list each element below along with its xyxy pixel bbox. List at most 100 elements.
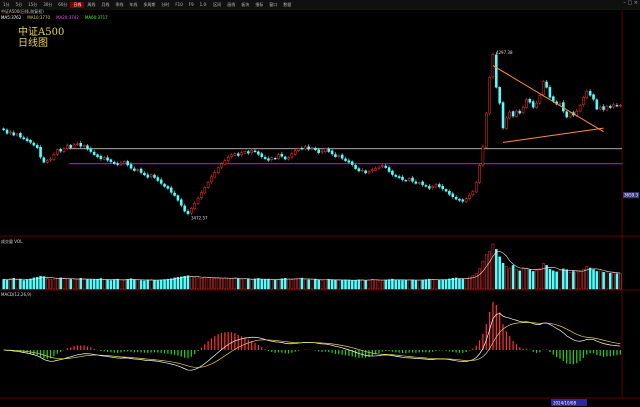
volume-bar xyxy=(441,279,444,290)
candle-body xyxy=(15,133,19,136)
candle-body xyxy=(588,91,592,96)
macd-dif-line xyxy=(3,313,621,371)
candle-body xyxy=(511,111,515,117)
volume-bar xyxy=(535,269,538,290)
volume-bar xyxy=(156,280,160,290)
candle-body xyxy=(391,170,394,175)
candle-body xyxy=(253,150,257,152)
candle-body xyxy=(293,150,297,155)
candle-body xyxy=(538,95,542,104)
volume-bar xyxy=(92,279,96,290)
volume-bar xyxy=(391,278,394,290)
candle-body xyxy=(515,110,518,117)
volume-bar xyxy=(575,271,579,290)
volume-bar xyxy=(123,279,126,290)
candle-body xyxy=(76,143,79,145)
volume-bar xyxy=(424,279,428,290)
candle-body xyxy=(324,148,327,152)
candle-body xyxy=(615,105,619,107)
last-price-label: 3659.3 xyxy=(624,193,638,198)
volume-bar xyxy=(283,278,287,290)
volume-bar xyxy=(76,278,79,290)
candle-body xyxy=(468,195,471,199)
candle-body xyxy=(317,149,320,153)
volume-bar xyxy=(501,263,505,290)
candle-body xyxy=(300,147,304,150)
candle-body xyxy=(424,185,428,187)
candle-body xyxy=(59,148,62,152)
candle-body xyxy=(9,131,12,134)
volume-bar xyxy=(230,278,233,290)
volume-bar xyxy=(528,269,532,290)
volume-bar xyxy=(260,279,264,290)
candle-body xyxy=(471,191,475,195)
volume-bar xyxy=(102,279,106,290)
volume-bar xyxy=(82,278,86,290)
candle-body xyxy=(35,144,39,149)
candle-body xyxy=(139,168,143,173)
candle-body xyxy=(173,192,176,196)
candle-body xyxy=(414,181,418,184)
candle-body xyxy=(186,210,190,215)
candle-body xyxy=(210,176,213,183)
candle-body xyxy=(149,174,153,177)
volume-bar xyxy=(592,269,595,290)
volume-bar xyxy=(69,279,72,290)
volume-bar xyxy=(12,278,16,290)
candle-body xyxy=(297,148,300,151)
candle-body xyxy=(330,150,334,155)
candle-body xyxy=(404,180,408,182)
candle-body xyxy=(585,91,589,99)
volume-bar xyxy=(464,278,468,290)
volume-bar xyxy=(86,279,89,290)
volume-bar xyxy=(568,272,572,290)
volume-bar xyxy=(407,279,411,290)
candle-body xyxy=(260,153,264,157)
volume-bar xyxy=(411,279,414,290)
candle-body xyxy=(407,178,411,181)
candle-body xyxy=(528,98,532,103)
volume-bar xyxy=(417,280,421,290)
candle-body xyxy=(49,158,52,161)
volume-bar xyxy=(193,276,196,290)
volume-bar xyxy=(297,278,300,290)
volume-bar xyxy=(223,277,227,290)
candle-body xyxy=(501,102,505,129)
candle-body xyxy=(257,151,260,155)
candle-body xyxy=(350,161,354,165)
volume-bar xyxy=(364,280,367,290)
candle-body xyxy=(448,190,451,195)
candle-body xyxy=(82,145,86,148)
volume-bar xyxy=(206,277,210,290)
candle-body xyxy=(180,199,183,206)
candle-body xyxy=(454,197,458,200)
volume-bar xyxy=(484,254,488,290)
volume-bar xyxy=(488,251,491,290)
candle-body xyxy=(598,106,602,110)
candle-body xyxy=(521,106,525,113)
macd-dea-line xyxy=(3,322,621,368)
candle-body xyxy=(270,157,274,160)
candle-body xyxy=(123,161,126,164)
volume-bar xyxy=(548,269,552,290)
volume-bar xyxy=(293,278,297,290)
volume-bar xyxy=(448,278,451,290)
volume-bar xyxy=(531,271,535,290)
volume-bar xyxy=(270,279,274,290)
candle-body xyxy=(25,138,29,142)
volume-bar xyxy=(344,279,347,290)
candle-body xyxy=(66,145,69,150)
volume-bar xyxy=(203,276,207,290)
candle-body xyxy=(45,160,49,163)
volume-bar xyxy=(119,279,123,290)
volume-bar xyxy=(414,279,418,290)
volume-bar xyxy=(213,278,217,290)
volume-bar xyxy=(257,278,260,290)
candle-body xyxy=(488,77,491,114)
candle-body xyxy=(29,139,32,143)
candle-body xyxy=(203,187,207,194)
candle-body xyxy=(196,198,200,204)
candle-body xyxy=(548,87,552,98)
candle-body xyxy=(444,189,448,192)
candle-body xyxy=(86,145,89,150)
